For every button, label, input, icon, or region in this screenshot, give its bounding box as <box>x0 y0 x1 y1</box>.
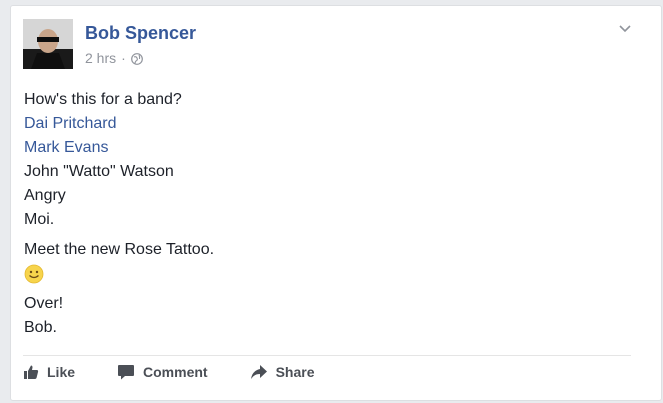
tag-mark-evans[interactable]: Mark Evans <box>24 139 108 156</box>
post-line: Bob. <box>24 319 57 336</box>
action-bar: Like Comment Share <box>23 364 357 380</box>
thumbs-up-icon <box>24 365 39 379</box>
comment-icon <box>118 365 135 380</box>
timestamp[interactable]: 2 hrs <box>85 50 116 66</box>
post-card: Bob Spencer 2 hrs · How's this for a ban… <box>10 5 662 401</box>
globe-icon[interactable] <box>130 52 143 65</box>
comment-label: Comment <box>143 364 208 380</box>
avatar[interactable] <box>23 19 73 69</box>
share-label: Share <box>275 364 315 380</box>
comment-button[interactable]: Comment <box>117 364 208 380</box>
smiley-icon <box>24 264 44 284</box>
post-meta: 2 hrs · <box>85 50 143 66</box>
post-line: Over! <box>24 295 64 312</box>
post-line: Angry <box>24 187 66 204</box>
post-body: How's this for a band? Dai Pritchard Mar… <box>24 88 624 340</box>
post-line: How's this for a band? <box>24 91 182 108</box>
share-arrow-icon <box>250 365 267 379</box>
post-line: Meet the new Rose Tattoo. <box>24 241 215 258</box>
chevron-down-icon[interactable] <box>617 21 633 33</box>
share-button[interactable]: Share <box>250 364 315 380</box>
divider <box>23 355 631 356</box>
tag-dai-pritchard[interactable]: Dai Pritchard <box>24 115 116 132</box>
like-button[interactable]: Like <box>23 364 75 380</box>
post-line: John "Watto" Watson <box>24 163 174 180</box>
author-name[interactable]: Bob Spencer <box>85 23 196 44</box>
meta-separator: · <box>121 50 126 66</box>
post-line: Moi. <box>24 211 55 228</box>
like-label: Like <box>47 364 76 380</box>
